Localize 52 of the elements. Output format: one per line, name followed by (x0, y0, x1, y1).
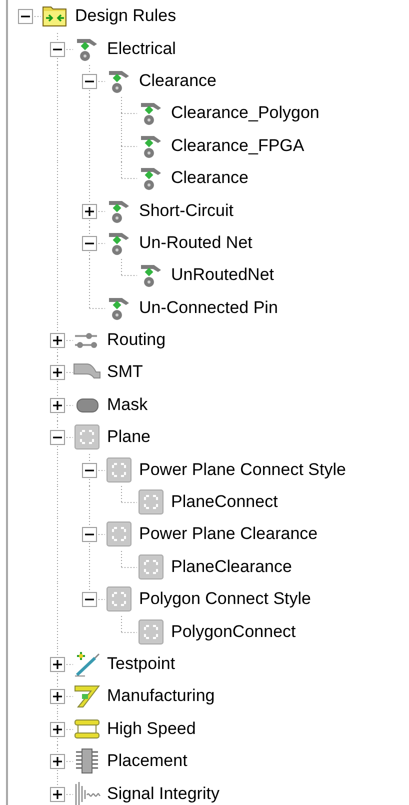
plane-icon (137, 618, 165, 646)
tree-item[interactable]: PolygonConnect (171, 622, 296, 642)
expand-toggle[interactable] (50, 398, 65, 413)
probe-icon (73, 650, 101, 678)
collapse-toggle[interactable] (50, 430, 65, 446)
tree-item[interactable]: Un-Connected Pin (139, 298, 278, 318)
expand-toggle[interactable] (50, 786, 65, 802)
tree-item[interactable]: Clearance (139, 70, 216, 91)
plane-icon (105, 585, 133, 614)
expand-toggle[interactable] (50, 754, 65, 770)
tree-item[interactable]: Power Plane Connect Style (139, 460, 346, 480)
tree-item[interactable]: Placement (107, 751, 188, 772)
tree-item[interactable]: Manufacturing (107, 686, 215, 706)
collapse-toggle[interactable] (82, 74, 97, 89)
expand-toggle[interactable] (50, 689, 65, 704)
tree-item[interactable]: Un-Routed Net (139, 232, 252, 253)
collapse-toggle[interactable] (82, 236, 97, 251)
tree-item[interactable]: PlaneClearance (171, 556, 292, 577)
tree-item[interactable]: Routing (107, 330, 166, 350)
tree-item[interactable]: SMT (107, 362, 143, 382)
plane-icon (137, 552, 165, 581)
tree-item[interactable]: PlaneConnect (171, 492, 278, 512)
tree-item[interactable]: Mask (107, 394, 148, 415)
tree-item[interactable]: High Speed (107, 718, 196, 739)
tree-item[interactable]: Short-Circuit (139, 200, 234, 221)
chip-icon (73, 747, 101, 776)
collapse-toggle[interactable] (82, 462, 97, 478)
tree-item[interactable]: Clearance_Polygon (171, 103, 320, 124)
plane-icon (73, 423, 101, 452)
tree-item[interactable]: Power Plane Clearance (139, 524, 318, 544)
tree-item[interactable]: Plane (107, 427, 150, 448)
plane-icon (105, 520, 133, 548)
plane-icon (105, 456, 133, 484)
wave-icon (73, 780, 101, 805)
tree-item[interactable]: Signal Integrity (107, 784, 220, 804)
collapse-toggle[interactable] (82, 592, 97, 608)
tree-item[interactable]: UnRoutedNet (171, 265, 274, 286)
tree-item[interactable]: Clearance (171, 168, 248, 188)
expand-toggle[interactable] (50, 722, 65, 737)
expand-toggle[interactable] (50, 365, 65, 380)
plane-icon (137, 488, 165, 516)
expand-toggle[interactable] (50, 333, 65, 348)
tree-item[interactable]: Design Rules (75, 6, 176, 26)
collapse-toggle[interactable] (18, 9, 33, 24)
tree-item[interactable]: Electrical (107, 38, 176, 59)
tree-item[interactable]: Polygon Connect Style (139, 589, 311, 610)
tree-item[interactable]: Testpoint (107, 654, 176, 674)
collapse-toggle[interactable] (82, 527, 97, 542)
expand-toggle[interactable] (82, 204, 97, 219)
expand-toggle[interactable] (50, 657, 65, 672)
collapse-toggle[interactable] (50, 42, 65, 57)
tree-item[interactable]: Clearance_FPGA (171, 136, 304, 156)
